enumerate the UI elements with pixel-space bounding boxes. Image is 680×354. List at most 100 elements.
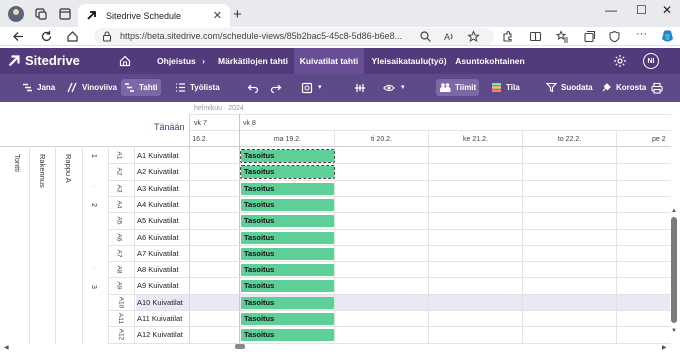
row-label[interactable]: A6 Kuivatilat (137, 233, 179, 242)
task-bar[interactable]: Tasoitus (241, 182, 334, 195)
view-jana-button[interactable]: Jana (19, 79, 58, 96)
nav-tab-markatilojen-tahti[interactable]: Märkätilojen tahti (213, 48, 293, 74)
sub-unit-label[interactable]: A11 (117, 313, 124, 324)
tab-actions-icon[interactable] (58, 7, 72, 21)
sub-unit-label[interactable]: A9 (115, 282, 122, 290)
new-tab-icon[interactable]: + (233, 6, 242, 23)
highlight-button[interactable]: Korosta (598, 79, 649, 96)
row-label[interactable]: A12 Kuivatilat (137, 330, 183, 339)
task-bar[interactable]: Tasoitus (241, 231, 334, 244)
eye-icon[interactable] (383, 82, 395, 94)
user-avatar[interactable]: NI (643, 53, 659, 69)
sub-unit-label[interactable]: A10 (117, 296, 124, 308)
favorites-icon[interactable] (556, 30, 569, 43)
close-icon[interactable]: ✕ (662, 3, 672, 17)
profile-avatar-icon[interactable] (8, 6, 24, 22)
filter-button[interactable]: Suodata (543, 79, 596, 96)
align-columns-icon[interactable] (354, 82, 366, 94)
browser-tab[interactable]: Sitedrive Schedule ✕ (78, 4, 230, 27)
brand-name: Sitedrive (25, 53, 80, 68)
maximize-icon[interactable]: ☐ (636, 3, 647, 17)
chevron-down-icon[interactable]: ▾ (318, 83, 322, 91)
reload-icon[interactable] (40, 30, 53, 43)
zoom-icon[interactable] (419, 30, 432, 43)
collections-icon[interactable] (583, 30, 596, 43)
read-aloud-icon[interactable]: A (443, 30, 456, 43)
row-label[interactable]: A7 Kuivatilat (137, 249, 179, 258)
sitedrive-logo[interactable]: Sitedrive (8, 53, 80, 68)
nav-tab-yleisaikataulu[interactable]: Yleisaikataulu(työ) (366, 48, 452, 74)
sub-unit-label[interactable]: A2 (115, 168, 122, 176)
undo-icon[interactable] (247, 82, 259, 94)
print-icon[interactable] (651, 82, 663, 94)
teams-button[interactable]: Tiimit (436, 79, 480, 96)
task-bar[interactable]: Tasoitus (240, 149, 335, 163)
back-arrow-icon[interactable] (12, 30, 25, 43)
sub-unit-label[interactable]: A6 (115, 233, 122, 241)
row-label[interactable]: A3 Kuivatilat (137, 184, 179, 193)
browser-essentials-icon[interactable] (608, 30, 621, 43)
tab-close-icon[interactable]: ✕ (213, 9, 222, 22)
task-bar[interactable]: Tasoitus (240, 165, 335, 180)
floor-label[interactable]: 2 (90, 203, 97, 207)
today-button[interactable]: Tänään (154, 122, 185, 132)
sub-unit-label[interactable]: A4 (115, 200, 122, 208)
sub-unit-label[interactable]: A3 (115, 184, 122, 192)
zoom-fit-icon[interactable] (301, 82, 313, 94)
scroll-left-arrow-icon[interactable]: ◀ (4, 344, 9, 351)
redo-icon[interactable] (270, 82, 282, 94)
task-bar[interactable]: Tasoitus (241, 280, 334, 293)
url-bar[interactable]: https://beta.sitedrive.com/schedule-view… (94, 28, 494, 45)
row-label[interactable]: A1 Kuivatilat (137, 151, 179, 160)
scroll-down-arrow-icon[interactable]: ▼ (671, 328, 677, 334)
row-label[interactable]: A5 Kuivatilat (137, 216, 179, 225)
hierarchy-rakennus[interactable]: Rakennus (38, 154, 47, 188)
nav-tab-asuntokohtainen[interactable]: Asuntokohtainen (452, 48, 528, 74)
workspaces-icon[interactable] (34, 7, 48, 21)
extensions-icon[interactable] (501, 30, 514, 43)
row-label[interactable]: A4 Kuivatilat (137, 200, 179, 209)
more-menu-icon[interactable]: ··· (636, 28, 647, 40)
task-bar[interactable]: Tasoitus (241, 329, 334, 342)
nav-tab-kuivatilat-tahti[interactable]: Kuivatilat tahti (294, 48, 364, 74)
task-bar[interactable]: Tasoitus (241, 247, 334, 260)
floor-label[interactable]: 3 (90, 285, 97, 289)
home-icon[interactable] (66, 30, 79, 43)
sub-unit-label[interactable]: A1 (115, 152, 122, 160)
minimize-icon[interactable]: — (605, 3, 617, 17)
sub-unit-label[interactable]: A7 (115, 249, 122, 257)
nav-tab-ohjeistus[interactable]: Ohjeistus › (150, 48, 212, 74)
status-button[interactable]: Tila (488, 79, 523, 96)
task-bar[interactable]: Tasoitus (241, 198, 334, 211)
vertical-scrollbar[interactable] (671, 217, 677, 323)
url-text[interactable]: https://beta.sitedrive.com/schedule-view… (120, 31, 402, 41)
row-label[interactable]: A11 Kuivatilat (137, 314, 182, 323)
chevron-down-icon[interactable]: ▾ (401, 83, 405, 91)
favorite-star-icon[interactable] (467, 30, 480, 43)
copilot-icon[interactable] (660, 29, 675, 44)
gear-icon[interactable] (613, 54, 627, 68)
row-label[interactable]: A9 Kuivatilat (137, 281, 179, 290)
hierarchy-rappu[interactable]: Rappu A (64, 154, 73, 183)
row-label[interactable]: A8 Kuivatilat (137, 265, 179, 274)
floor-label[interactable]: 1 (90, 154, 97, 158)
hierarchy-tontti[interactable]: Tontti (13, 154, 22, 172)
scroll-up-arrow-icon[interactable]: ▲ (671, 208, 677, 214)
home-icon[interactable] (119, 55, 131, 67)
view-vinoviiva-button[interactable]: Vinoviiva (64, 79, 120, 96)
sub-unit-label[interactable]: A8 (115, 266, 122, 274)
lock-icon[interactable] (102, 31, 112, 42)
view-tahti-button[interactable]: Tahti (121, 79, 161, 96)
horizontal-scrollbar[interactable] (235, 344, 245, 349)
scroll-right-arrow-icon[interactable]: ▶ (662, 344, 667, 351)
split-screen-icon[interactable] (529, 30, 542, 43)
sub-unit-label[interactable]: A12 (117, 329, 124, 341)
view-tyolista-button[interactable]: Työlista (172, 79, 223, 96)
row-label[interactable]: A2 Kuivatilat (137, 167, 179, 176)
task-bar[interactable]: Tasoitus (241, 264, 334, 277)
task-bar[interactable]: Tasoitus (241, 313, 334, 325)
task-bar[interactable]: Tasoitus (241, 215, 334, 228)
task-bar[interactable]: Tasoitus (241, 296, 334, 309)
sub-unit-label[interactable]: A5 (115, 217, 122, 225)
row-label[interactable]: A10 Kuivatilat (137, 298, 183, 307)
